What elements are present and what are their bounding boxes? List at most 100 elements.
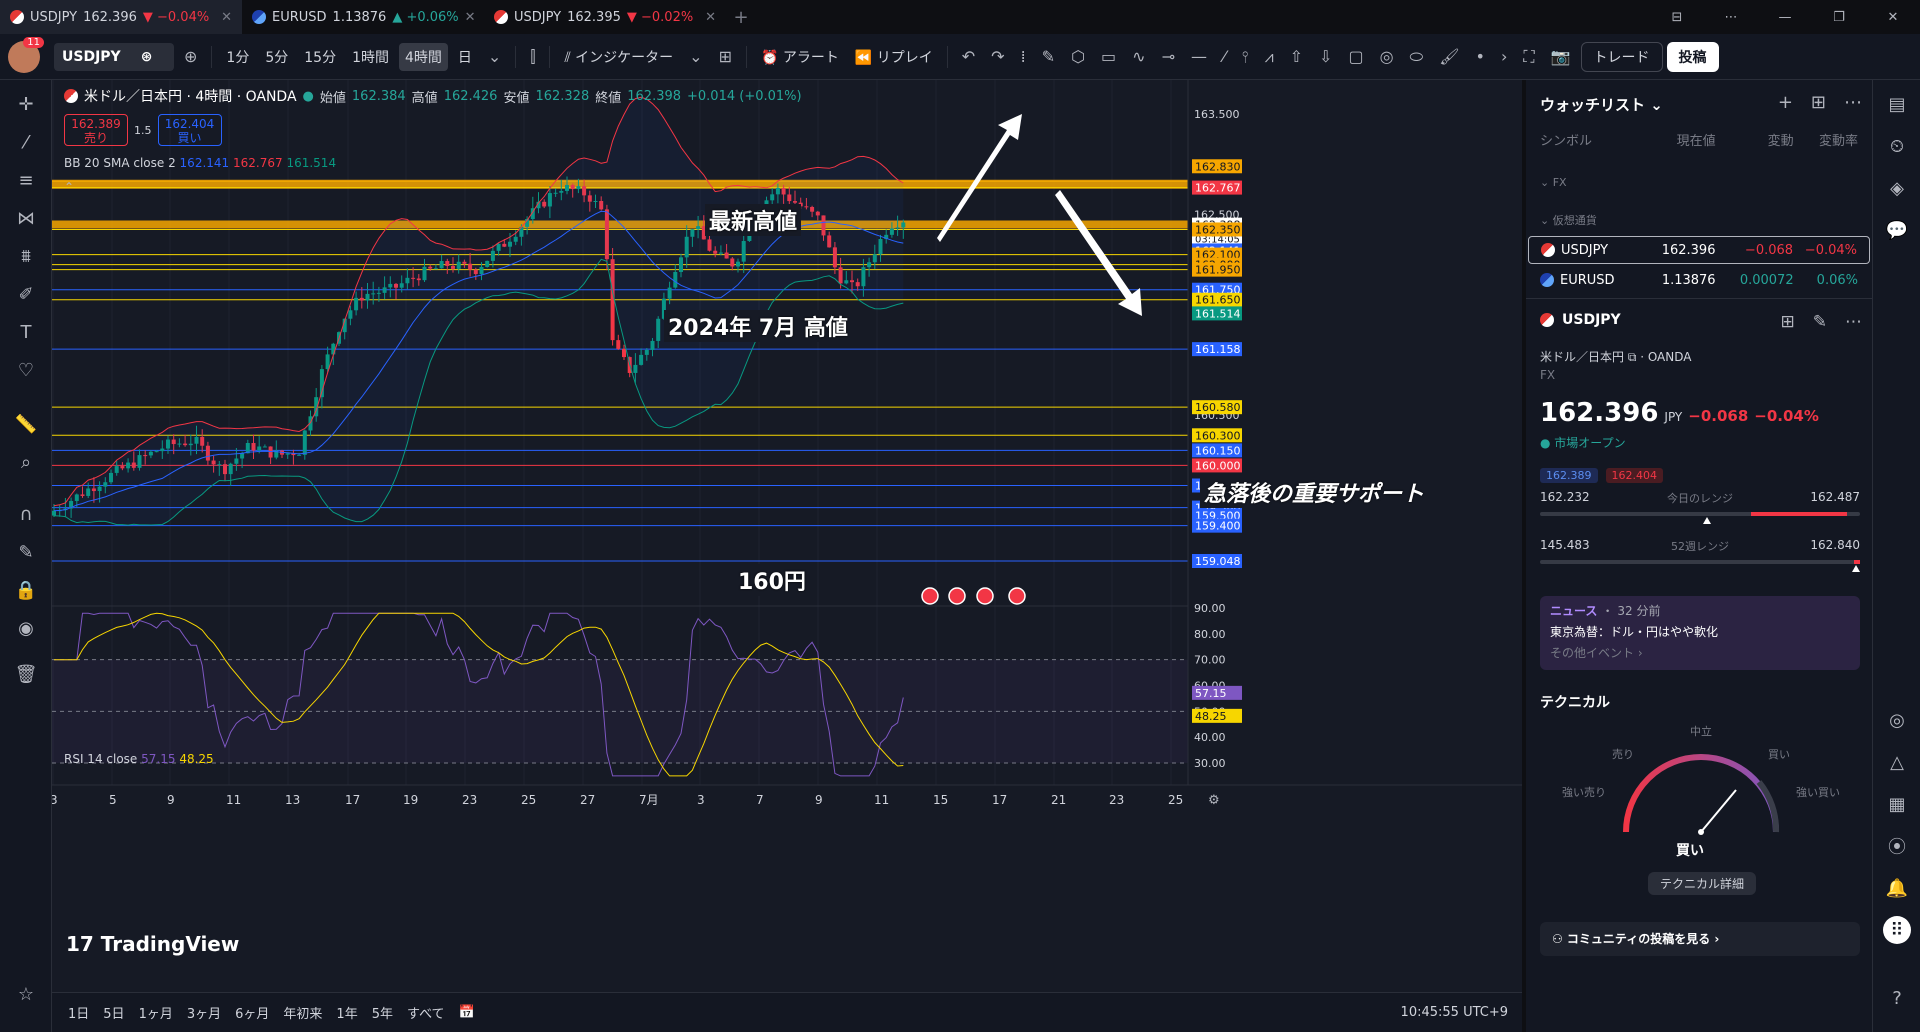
apps-icon[interactable]: ⠿ [1883,916,1911,944]
trendline-tool-icon[interactable]: ⁄ [12,128,40,156]
bell-icon[interactable]: 🔔 [1883,874,1911,902]
group-crypto[interactable]: ⌄ 仮想通貨 [1540,212,1597,228]
target-icon[interactable]: ◎ [1883,706,1911,734]
arrow-down-icon[interactable]: ⇩ [1313,43,1338,70]
crosshair-icon[interactable]: ✛ [12,90,40,118]
group-fx[interactable]: ⌄ FX [1540,176,1567,189]
camera-icon[interactable]: 📷 [1545,43,1577,70]
drag-handle-icon[interactable]: ⁞ [1015,43,1032,70]
stay-drawing-icon[interactable]: ✎ [12,538,40,566]
broadcast-icon[interactable]: ⦿ [1883,832,1911,860]
circle-icon[interactable]: ◎ [1374,43,1400,70]
calendar-icon[interactable]: ▦ [1883,790,1911,818]
replay-button[interactable]: ⏪ リプレイ [849,43,939,71]
layers-icon[interactable]: ◈ [1883,174,1911,202]
interval-15m[interactable]: 15分 [298,43,342,71]
lock-icon[interactable]: 🔒 [12,576,40,604]
undo-icon[interactable]: ↶ [956,43,981,70]
eye-icon[interactable]: ◉ [12,614,40,642]
news-card[interactable]: ニュース ・ 32 分前 東京為替：ドル・円はやや軟化 その他イベント › [1540,596,1860,670]
interval-4h[interactable]: 4時間 [399,42,448,71]
range-all[interactable]: すべて [407,1003,445,1022]
more-icon[interactable]: ⋯ [1844,92,1862,113]
close-tab-icon[interactable]: ✕ [221,10,232,25]
ellipse-icon[interactable]: ⬭ [1404,43,1430,71]
compare-add-icon[interactable]: ⊕ [178,43,203,70]
edit-icon[interactable]: ✎ [1813,312,1827,332]
ray-icon[interactable]: — [1185,43,1213,70]
col-last[interactable]: 現在値 [1638,130,1716,149]
range-3m[interactable]: 3ヶ月 [187,1003,221,1022]
help-icon[interactable]: ? [1883,984,1911,1012]
path-icon[interactable]: ⩘ [1259,43,1280,71]
close-tab-icon[interactable]: ✕ [465,10,476,25]
news-title[interactable]: 東京為替：ドル・円はやや軟化 [1550,623,1850,640]
interval-1d[interactable]: 日 [452,43,478,71]
candle-type-icon[interactable]: ⫿ [524,43,541,71]
minimize-icon[interactable]: — [1758,10,1812,25]
interval-1m[interactable]: 1分 [220,43,255,71]
chevron-right-icon[interactable]: › [1495,43,1513,70]
brush-tool-icon[interactable]: ✐ [12,280,40,308]
curve-icon[interactable]: ∿ [1126,43,1151,70]
watchlist-row[interactable]: USDJPY 162.396 −0.068 −0.04% [1528,236,1870,264]
shape-icon[interactable]: ⬡ [1065,43,1091,70]
buy-button[interactable]: 162.404 買い [157,114,222,146]
range-1d[interactable]: 1日 [68,1003,89,1022]
add-symbol-icon[interactable]: + [1778,92,1793,113]
layout-icon[interactable]: ⊟ [1650,10,1704,25]
close-tab-icon[interactable]: ✕ [705,10,716,25]
trade-button[interactable]: トレード [1580,41,1663,72]
range-1m[interactable]: 1ヶ月 [139,1003,173,1022]
range-5d[interactable]: 5日 [103,1003,124,1022]
columns-icon[interactable]: ⊞ [1811,92,1826,113]
chat-icon[interactable]: 💬 [1883,216,1911,244]
hline-icon[interactable]: ⊸ [1156,43,1181,70]
avatar[interactable]: 11 [8,36,44,73]
interval-5m[interactable]: 5分 [259,43,294,71]
annotation-latest-high[interactable]: 最新高値 [705,204,802,236]
symbol-search[interactable]: USDJPY ⊛ [54,42,174,71]
range-6m[interactable]: 6ヶ月 [235,1003,269,1022]
trash-icon[interactable]: 🗑 [12,660,40,688]
technical-detail-button[interactable]: テクニカル詳細 [1648,872,1757,895]
alerts-clock-icon[interactable]: ⏲ [1883,132,1911,160]
range-1y[interactable]: 1年 [336,1003,357,1022]
sell-button[interactable]: 162.389 売り [64,114,128,146]
zoom-icon[interactable]: ⌕ [12,448,40,476]
maximize-icon[interactable]: ❐ [1812,10,1866,25]
annotation-support[interactable]: 急落後の重要サポート [1200,476,1429,508]
community-button[interactable]: ⚇ コミュニティの投稿を見る › [1540,922,1860,956]
forecast-tool-icon[interactable]: ⩩ [12,242,40,270]
redo-icon[interactable]: ↷ [985,43,1010,70]
symbol-options-icon[interactable]: ⊛ [141,49,153,65]
templates-icon[interactable]: ⊞ [713,43,738,70]
indicators-button[interactable]: ⫽ インジケーター [558,43,679,71]
brush-icon[interactable]: 🖌 [1433,43,1465,70]
rectangle-icon[interactable]: ▢ [1342,43,1369,70]
col-change[interactable]: 変動 [1716,130,1794,149]
bb-legend[interactable]: BB 20 SMA close 2 162.141 162.767 161.51… [64,156,336,170]
new-tab-icon[interactable]: + [726,7,756,28]
fib-tool-icon[interactable]: ≡ [12,166,40,194]
pen-icon[interactable]: ✎ [1036,43,1061,70]
watchlist-icon[interactable]: ▤ [1883,90,1911,118]
rsi-legend[interactable]: RSI 14 close 57.15 48.25 [64,752,214,766]
range-ytd[interactable]: 年初来 [283,1003,322,1022]
vline-icon[interactable]: ⫯ [1236,43,1255,71]
magnet-icon[interactable]: ∩ [12,500,40,528]
callout-icon[interactable]: ▭ [1095,43,1122,70]
annotation-160yen[interactable]: 160円 [734,564,810,596]
collapse-legend-icon[interactable]: ⌃ [64,180,74,194]
tab-usdjpy-2[interactable]: USDJPY 162.395 ▼ −0.02% ✕ [484,0,726,34]
alert-button[interactable]: ⏰ アラート [755,43,845,71]
grid-icon[interactable]: ⊞ [1781,312,1795,332]
arrow-up-icon[interactable]: ⇧ [1284,43,1309,70]
more-icon[interactable]: ⋯ [1845,312,1862,332]
chevron-down-icon[interactable]: ⌄ [482,43,507,70]
tab-usdjpy-1[interactable]: USDJPY 162.396 ▼ −0.04% ✕ [0,0,242,34]
chevron-down-icon[interactable]: ⌄ [683,43,708,70]
heart-icon[interactable]: ♡ [12,356,40,384]
watchlist-row[interactable]: EURUSD 1.13876 0.00072 0.06% [1528,266,1870,294]
star-icon[interactable]: ☆ [12,980,40,1008]
